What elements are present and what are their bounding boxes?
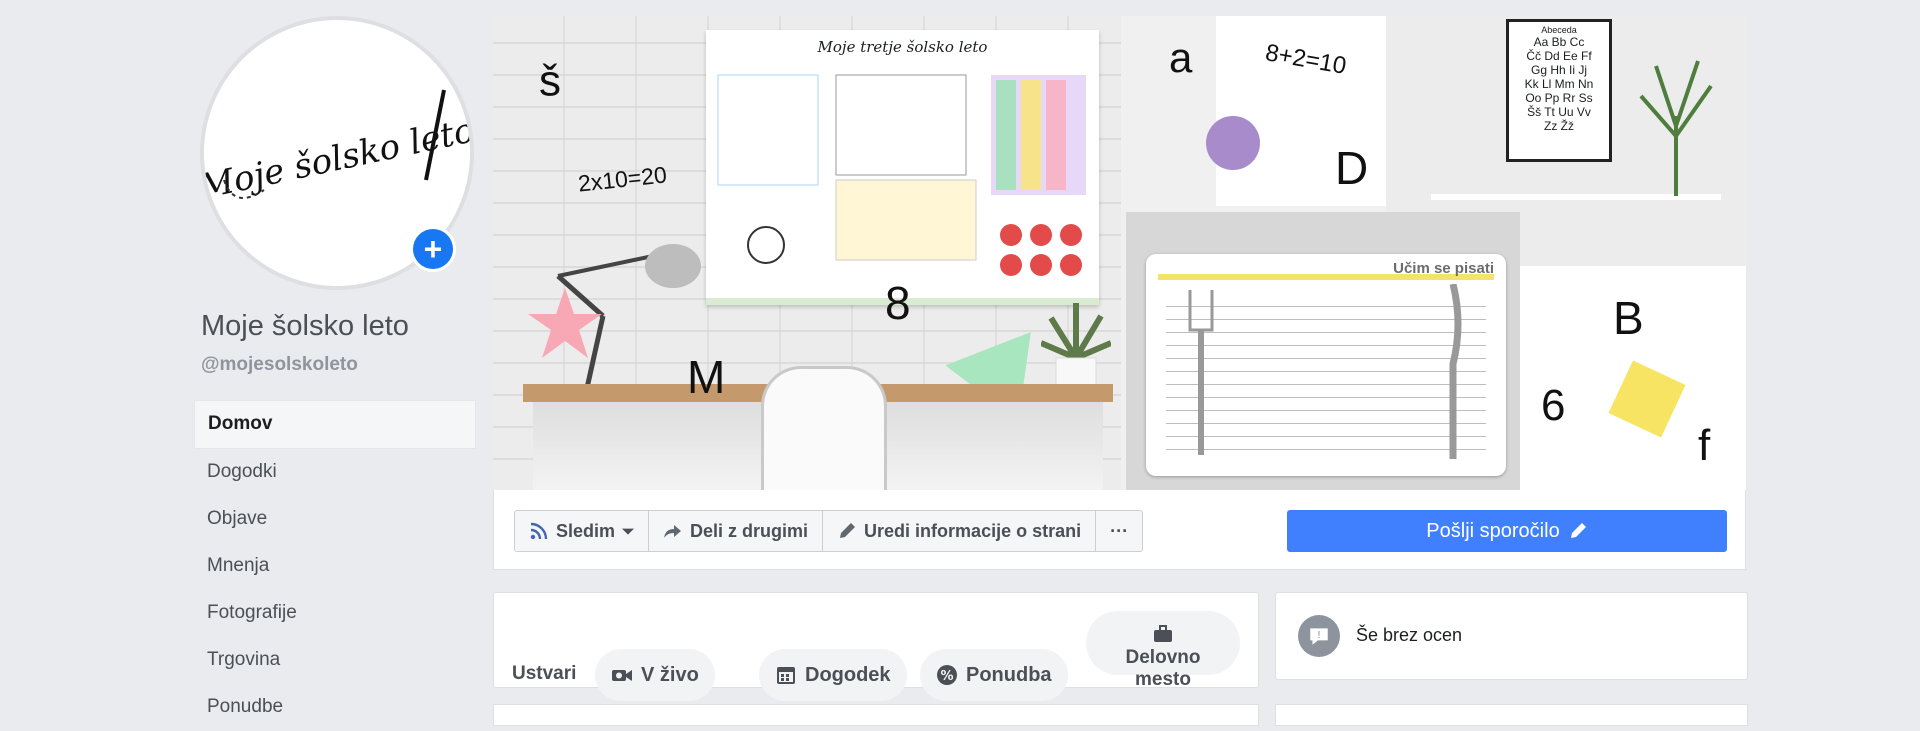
- knife-icon: [1449, 284, 1462, 459]
- create-post-card: Ustvari V živo Dogodek % Ponudba Delovno…: [493, 592, 1259, 701]
- next-card-right: [1275, 704, 1748, 726]
- profile-picture[interactable]: Moje šolsko leto +: [200, 16, 474, 290]
- calendar-icon: [777, 667, 795, 684]
- more-icon: ···: [1110, 520, 1129, 541]
- left-nav: Domov Dogodki Objave Mnenja Fotografije …: [194, 400, 476, 731]
- nav-item-fotografije[interactable]: Fotografije: [194, 590, 476, 637]
- rating-card: ! Še brez ocen: [1275, 592, 1748, 680]
- nav-item-mnenja[interactable]: Mnenja: [194, 543, 476, 590]
- video-camera-icon: [612, 670, 632, 681]
- decor-letter-d: D: [1335, 142, 1369, 194]
- job-button[interactable]: Delovno mesto: [1086, 611, 1240, 690]
- share-label: Deli z drugimi: [690, 520, 809, 541]
- alphabet-poster-title: Abeceda: [1541, 25, 1577, 35]
- discount-badge-icon: %: [937, 665, 957, 685]
- alphabet-row: Gg Hh Ii Jj: [1530, 63, 1587, 77]
- cover-photo[interactable]: Moje tretje šolsko leto š 2x10=20 8 M Ab…: [493, 16, 1746, 490]
- event-label: Dogodek: [805, 663, 891, 686]
- nav-item-objave[interactable]: Objave: [194, 496, 476, 543]
- edit-page-info-label: Uredi informacije o strani: [864, 520, 1082, 541]
- alphabet-row: Kk Ll Mm Nn: [1524, 77, 1594, 91]
- decor-digit-8: 8: [885, 277, 911, 329]
- send-message-button[interactable]: Pošlji sporočilo: [1287, 510, 1727, 552]
- pencil-icon: [840, 523, 856, 538]
- fork-icon: [1188, 290, 1214, 455]
- plus-icon: +: [413, 229, 453, 269]
- action-button-group: Sledim Deli z drugimi Uredi informacije …: [514, 510, 1144, 552]
- more-options-button[interactable]: ···: [1096, 511, 1142, 551]
- decor-letter-a: a: [1169, 34, 1193, 81]
- nav-item-domov[interactable]: Domov: [194, 400, 476, 449]
- alphabet-poster: Abeceda Aa Bb Cc Čč Dd Ee Ff Gg Hh Ii Jj…: [1506, 19, 1612, 162]
- alphabet-row: Aa Bb Cc: [1533, 35, 1585, 49]
- worksheet-card: Učim se pisati: [1146, 254, 1506, 476]
- purple-circle: [1206, 116, 1260, 170]
- send-message-label: Pošlji sporočilo: [1426, 519, 1560, 542]
- speech-bubble-icon: !: [1298, 615, 1340, 657]
- pink-star: [528, 288, 602, 358]
- page-action-bar: Sledim Deli z drugimi Uredi informacije …: [493, 490, 1746, 570]
- nav-item-dogodki[interactable]: Dogodki: [194, 449, 476, 496]
- decor-digit-6: 6: [1541, 381, 1566, 430]
- svg-text:%: %: [940, 669, 953, 684]
- alphabet-row: Šš Tt Uu Vv: [1527, 105, 1591, 119]
- edit-page-info-button[interactable]: Uredi informacije o strani: [823, 511, 1097, 551]
- follow-label: Sledim: [556, 520, 616, 541]
- briefcase-icon: [1154, 625, 1172, 642]
- svg-text:!: !: [1317, 630, 1321, 641]
- share-button[interactable]: Deli z drugimi: [649, 511, 824, 551]
- live-video-button[interactable]: V živo: [595, 649, 715, 701]
- next-card-left: [493, 704, 1259, 726]
- alphabet-row: Zz Žž: [1544, 119, 1574, 133]
- poster-graphics: [706, 74, 1099, 305]
- calendar-poster: Moje tretje šolsko leto: [706, 30, 1099, 305]
- page-handle[interactable]: @mojesolskoleto: [201, 354, 358, 376]
- decor-letter-s-caron: š: [539, 56, 561, 105]
- alphabet-row: Oo Pp Rr Ss: [1525, 91, 1593, 105]
- chevron-down-icon: [622, 528, 635, 535]
- palm-plant: [1639, 60, 1713, 196]
- offer-label: Ponudba: [966, 663, 1052, 686]
- decor-letter-f: f: [1698, 421, 1711, 470]
- writing-worksheet-photo: Učim se pisati: [1126, 212, 1520, 490]
- offer-button[interactable]: % Ponudba: [920, 649, 1068, 701]
- create-label: Ustvari: [512, 663, 577, 684]
- rss-icon: [530, 522, 548, 540]
- worksheet-title: Učim se pisati: [1393, 260, 1494, 277]
- live-label: V živo: [641, 663, 699, 686]
- alphabet-row: Čč Dd Ee Ff: [1526, 49, 1592, 63]
- chair: [761, 366, 887, 490]
- event-button[interactable]: Dogodek: [759, 649, 907, 701]
- page-title: Moje šolsko leto: [201, 310, 409, 342]
- nav-item-ponudbe[interactable]: Ponudbe: [194, 684, 476, 731]
- decor-letter-b: B: [1613, 292, 1644, 344]
- pencil-icon: [1570, 523, 1586, 538]
- job-label-line1: Delovno: [1125, 647, 1201, 668]
- decor-letter-m: M: [687, 351, 726, 403]
- nav-item-trgovina[interactable]: Trgovina: [194, 637, 476, 684]
- add-photo-button[interactable]: +: [410, 226, 456, 272]
- share-arrow-icon: [664, 525, 682, 538]
- follow-button[interactable]: Sledim: [515, 511, 650, 551]
- rating-status: Še brez ocen: [1356, 625, 1463, 645]
- job-label-line2: mesto: [1135, 669, 1191, 690]
